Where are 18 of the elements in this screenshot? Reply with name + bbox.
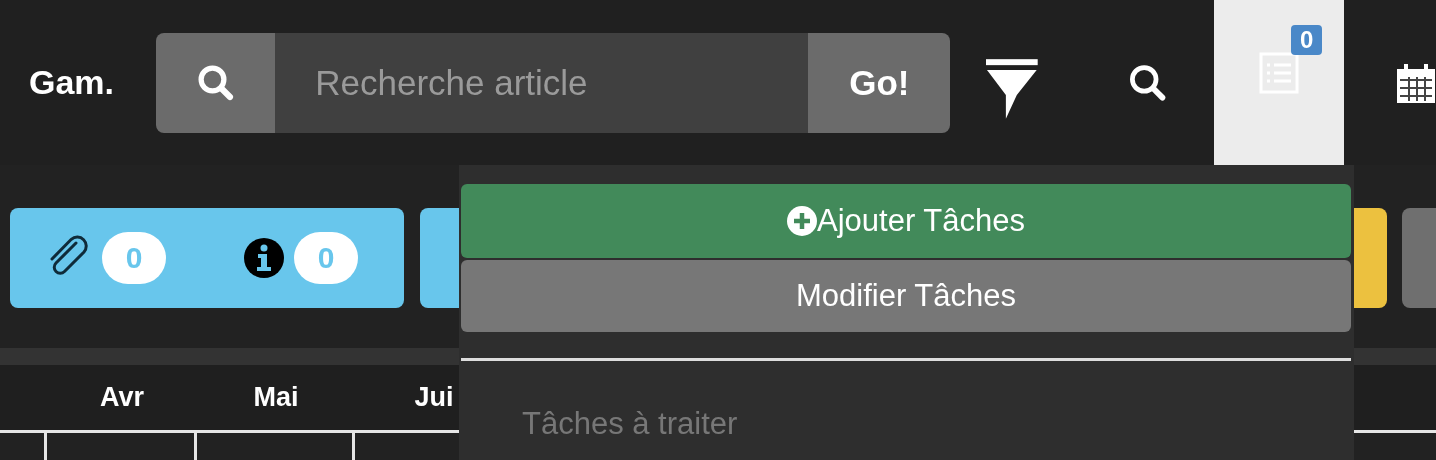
info-icon — [244, 238, 284, 278]
calendar-icon[interactable] — [1396, 62, 1436, 103]
edit-tasks-button[interactable]: Modifier Tâches — [461, 260, 1351, 332]
list-icon — [1258, 52, 1299, 94]
section-header: Tâches à traiter — [522, 406, 738, 442]
search-button[interactable] — [156, 32, 276, 133]
go-button[interactable]: Go! — [808, 32, 951, 133]
plus-circle-icon — [787, 206, 818, 236]
info-count: 0 — [294, 232, 358, 284]
month-label: Jui — [413, 382, 455, 413]
attachment-count: 0 — [102, 232, 166, 284]
month-label: Avr — [99, 382, 145, 413]
count-badge: 0 — [1290, 25, 1323, 55]
month-label: Mai — [252, 382, 300, 413]
search-field[interactable]: Recherche article — [275, 32, 809, 133]
add-tasks-button[interactable]: Ajouter Tâches — [461, 184, 1351, 258]
app-title: Gam. — [29, 63, 116, 102]
tasks-tab[interactable]: 0 — [1213, 0, 1344, 165]
